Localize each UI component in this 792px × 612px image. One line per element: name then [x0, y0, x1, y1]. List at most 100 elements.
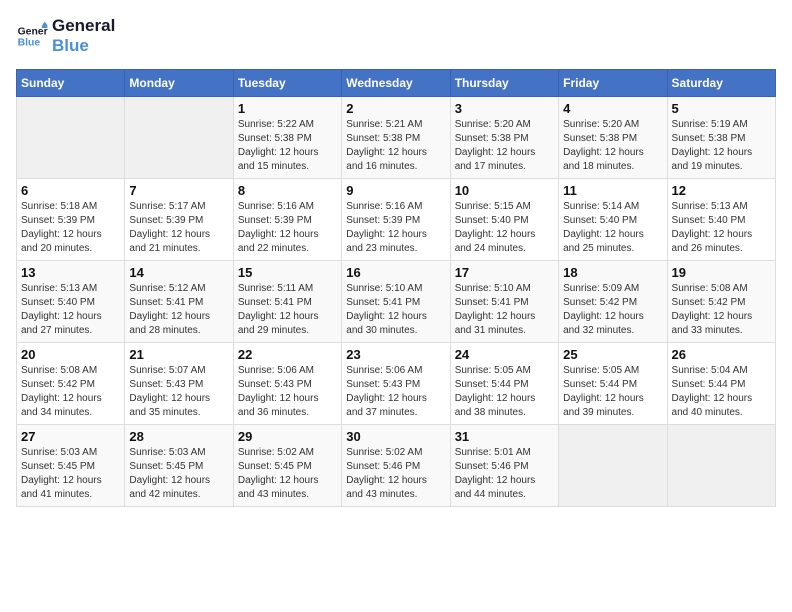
day-info: Sunrise: 5:02 AMSunset: 5:46 PMDaylight:… [346, 446, 445, 502]
day-info: Sunrise: 5:19 AMSunset: 5:38 PMDaylight:… [672, 118, 771, 174]
day-info: Sunrise: 5:10 AMSunset: 5:41 PMDaylight:… [455, 282, 554, 338]
day-number: 25 [563, 347, 662, 362]
day-number: 17 [455, 265, 554, 280]
day-info: Sunrise: 5:05 AMSunset: 5:44 PMDaylight:… [455, 364, 554, 420]
day-info: Sunrise: 5:04 AMSunset: 5:44 PMDaylight:… [672, 364, 771, 420]
day-number: 8 [238, 183, 337, 198]
calendar-cell: 25 Sunrise: 5:05 AMSunset: 5:44 PMDaylig… [559, 342, 667, 424]
calendar-cell: 3 Sunrise: 5:20 AMSunset: 5:38 PMDayligh… [450, 96, 558, 178]
calendar-cell: 19 Sunrise: 5:08 AMSunset: 5:42 PMDaylig… [667, 260, 775, 342]
calendar-body: 1 Sunrise: 5:22 AMSunset: 5:38 PMDayligh… [17, 96, 776, 506]
day-number: 4 [563, 101, 662, 116]
logo: General Blue General Blue [16, 16, 115, 57]
day-number: 3 [455, 101, 554, 116]
day-info: Sunrise: 5:20 AMSunset: 5:38 PMDaylight:… [563, 118, 662, 174]
day-info: Sunrise: 5:18 AMSunset: 5:39 PMDaylight:… [21, 200, 120, 256]
calendar-cell: 26 Sunrise: 5:04 AMSunset: 5:44 PMDaylig… [667, 342, 775, 424]
logo-blue: Blue [52, 36, 115, 56]
calendar-cell: 18 Sunrise: 5:09 AMSunset: 5:42 PMDaylig… [559, 260, 667, 342]
day-info: Sunrise: 5:14 AMSunset: 5:40 PMDaylight:… [563, 200, 662, 256]
day-info: Sunrise: 5:02 AMSunset: 5:45 PMDaylight:… [238, 446, 337, 502]
day-info: Sunrise: 5:13 AMSunset: 5:40 PMDaylight:… [672, 200, 771, 256]
day-number: 9 [346, 183, 445, 198]
day-number: 18 [563, 265, 662, 280]
day-info: Sunrise: 5:08 AMSunset: 5:42 PMDaylight:… [672, 282, 771, 338]
page-header: General Blue General Blue [16, 16, 776, 57]
calendar-cell: 17 Sunrise: 5:10 AMSunset: 5:41 PMDaylig… [450, 260, 558, 342]
day-number: 11 [563, 183, 662, 198]
calendar-cell [559, 424, 667, 506]
day-number: 6 [21, 183, 120, 198]
calendar-cell [667, 424, 775, 506]
weekday-header-saturday: Saturday [667, 69, 775, 96]
calendar-cell [125, 96, 233, 178]
day-info: Sunrise: 5:15 AMSunset: 5:40 PMDaylight:… [455, 200, 554, 256]
day-number: 31 [455, 429, 554, 444]
calendar-cell: 10 Sunrise: 5:15 AMSunset: 5:40 PMDaylig… [450, 178, 558, 260]
calendar-cell: 27 Sunrise: 5:03 AMSunset: 5:45 PMDaylig… [17, 424, 125, 506]
day-number: 27 [21, 429, 120, 444]
calendar-table: SundayMondayTuesdayWednesdayThursdayFrid… [16, 69, 776, 507]
calendar-cell: 15 Sunrise: 5:11 AMSunset: 5:41 PMDaylig… [233, 260, 341, 342]
day-info: Sunrise: 5:22 AMSunset: 5:38 PMDaylight:… [238, 118, 337, 174]
weekday-header-sunday: Sunday [17, 69, 125, 96]
calendar-week-1: 1 Sunrise: 5:22 AMSunset: 5:38 PMDayligh… [17, 96, 776, 178]
calendar-week-3: 13 Sunrise: 5:13 AMSunset: 5:40 PMDaylig… [17, 260, 776, 342]
day-info: Sunrise: 5:06 AMSunset: 5:43 PMDaylight:… [346, 364, 445, 420]
day-number: 29 [238, 429, 337, 444]
day-number: 23 [346, 347, 445, 362]
calendar-cell: 24 Sunrise: 5:05 AMSunset: 5:44 PMDaylig… [450, 342, 558, 424]
day-number: 19 [672, 265, 771, 280]
calendar-cell: 2 Sunrise: 5:21 AMSunset: 5:38 PMDayligh… [342, 96, 450, 178]
calendar-week-2: 6 Sunrise: 5:18 AMSunset: 5:39 PMDayligh… [17, 178, 776, 260]
svg-text:Blue: Blue [18, 38, 41, 49]
calendar-cell: 28 Sunrise: 5:03 AMSunset: 5:45 PMDaylig… [125, 424, 233, 506]
day-info: Sunrise: 5:07 AMSunset: 5:43 PMDaylight:… [129, 364, 228, 420]
day-number: 13 [21, 265, 120, 280]
weekday-header-friday: Friday [559, 69, 667, 96]
calendar-cell: 29 Sunrise: 5:02 AMSunset: 5:45 PMDaylig… [233, 424, 341, 506]
day-info: Sunrise: 5:11 AMSunset: 5:41 PMDaylight:… [238, 282, 337, 338]
calendar-cell: 22 Sunrise: 5:06 AMSunset: 5:43 PMDaylig… [233, 342, 341, 424]
day-info: Sunrise: 5:20 AMSunset: 5:38 PMDaylight:… [455, 118, 554, 174]
weekday-header-wednesday: Wednesday [342, 69, 450, 96]
day-info: Sunrise: 5:03 AMSunset: 5:45 PMDaylight:… [129, 446, 228, 502]
day-info: Sunrise: 5:16 AMSunset: 5:39 PMDaylight:… [238, 200, 337, 256]
calendar-cell: 31 Sunrise: 5:01 AMSunset: 5:46 PMDaylig… [450, 424, 558, 506]
day-number: 1 [238, 101, 337, 116]
day-number: 20 [21, 347, 120, 362]
calendar-cell: 23 Sunrise: 5:06 AMSunset: 5:43 PMDaylig… [342, 342, 450, 424]
day-number: 28 [129, 429, 228, 444]
logo-general: General [52, 16, 115, 36]
day-number: 5 [672, 101, 771, 116]
logo-icon: General Blue [16, 20, 48, 52]
calendar-cell: 21 Sunrise: 5:07 AMSunset: 5:43 PMDaylig… [125, 342, 233, 424]
day-number: 10 [455, 183, 554, 198]
day-number: 26 [672, 347, 771, 362]
day-info: Sunrise: 5:01 AMSunset: 5:46 PMDaylight:… [455, 446, 554, 502]
calendar-cell: 13 Sunrise: 5:13 AMSunset: 5:40 PMDaylig… [17, 260, 125, 342]
day-info: Sunrise: 5:16 AMSunset: 5:39 PMDaylight:… [346, 200, 445, 256]
day-number: 7 [129, 183, 228, 198]
day-number: 30 [346, 429, 445, 444]
day-number: 2 [346, 101, 445, 116]
calendar-week-4: 20 Sunrise: 5:08 AMSunset: 5:42 PMDaylig… [17, 342, 776, 424]
calendar-cell: 1 Sunrise: 5:22 AMSunset: 5:38 PMDayligh… [233, 96, 341, 178]
day-number: 16 [346, 265, 445, 280]
calendar-header-row: SundayMondayTuesdayWednesdayThursdayFrid… [17, 69, 776, 96]
day-info: Sunrise: 5:06 AMSunset: 5:43 PMDaylight:… [238, 364, 337, 420]
day-number: 24 [455, 347, 554, 362]
calendar-cell: 6 Sunrise: 5:18 AMSunset: 5:39 PMDayligh… [17, 178, 125, 260]
weekday-header-thursday: Thursday [450, 69, 558, 96]
day-info: Sunrise: 5:21 AMSunset: 5:38 PMDaylight:… [346, 118, 445, 174]
calendar-cell: 11 Sunrise: 5:14 AMSunset: 5:40 PMDaylig… [559, 178, 667, 260]
weekday-header-tuesday: Tuesday [233, 69, 341, 96]
day-info: Sunrise: 5:17 AMSunset: 5:39 PMDaylight:… [129, 200, 228, 256]
calendar-cell: 4 Sunrise: 5:20 AMSunset: 5:38 PMDayligh… [559, 96, 667, 178]
calendar-cell: 5 Sunrise: 5:19 AMSunset: 5:38 PMDayligh… [667, 96, 775, 178]
day-info: Sunrise: 5:08 AMSunset: 5:42 PMDaylight:… [21, 364, 120, 420]
day-info: Sunrise: 5:12 AMSunset: 5:41 PMDaylight:… [129, 282, 228, 338]
day-info: Sunrise: 5:13 AMSunset: 5:40 PMDaylight:… [21, 282, 120, 338]
calendar-cell: 9 Sunrise: 5:16 AMSunset: 5:39 PMDayligh… [342, 178, 450, 260]
day-info: Sunrise: 5:03 AMSunset: 5:45 PMDaylight:… [21, 446, 120, 502]
